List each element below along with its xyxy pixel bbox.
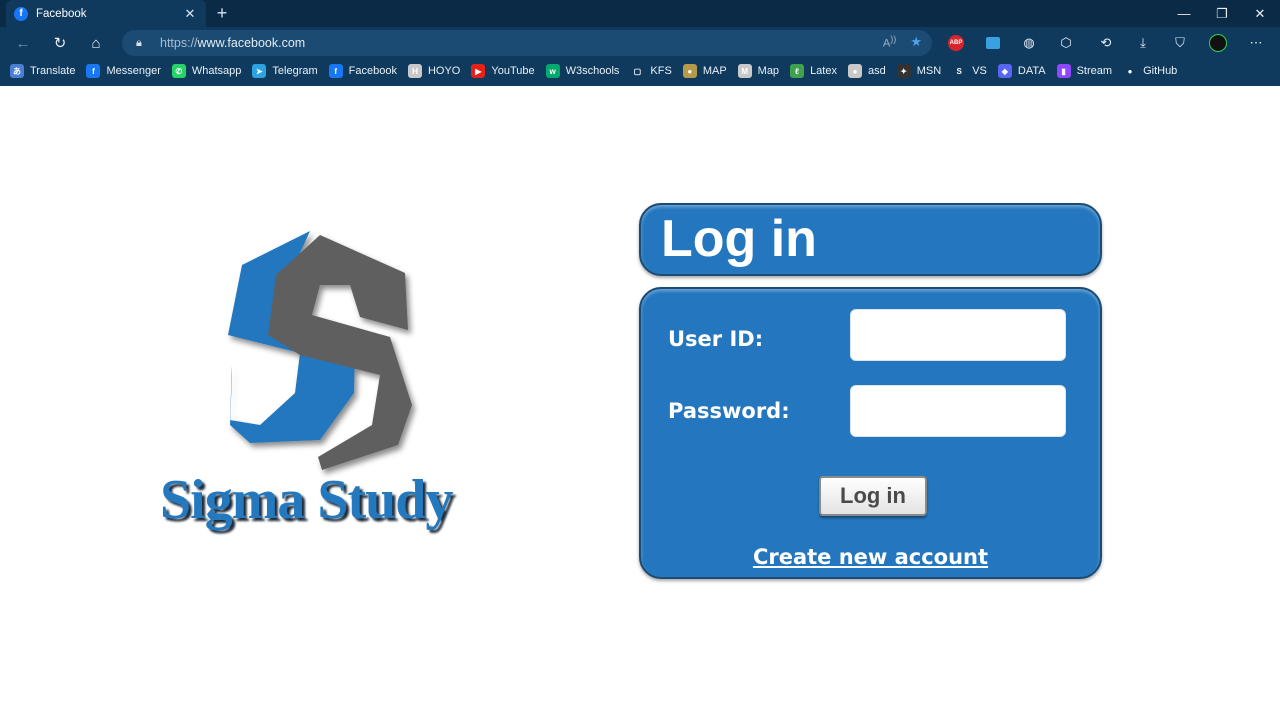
bookmark-label: Translate bbox=[30, 65, 76, 77]
more-menu-icon[interactable]: ⋯ bbox=[1245, 33, 1267, 53]
data-icon: ◈ bbox=[997, 64, 1012, 78]
login-button[interactable]: Log in bbox=[819, 476, 927, 516]
bookmark-hoyo[interactable]: H HOYO bbox=[407, 64, 461, 78]
bookmark-label: KFS bbox=[650, 65, 672, 77]
youtube-icon: ▶ bbox=[471, 64, 486, 78]
profile-avatar[interactable] bbox=[1207, 33, 1229, 53]
browser-essentials-icon[interactable]: ⛉ bbox=[1169, 33, 1191, 53]
hoyo-icon: H bbox=[407, 64, 422, 78]
bookmark-label: YouTube bbox=[491, 65, 535, 77]
bookmark-vs[interactable]: S VS bbox=[952, 64, 987, 78]
bookmark-msn[interactable]: ✦ MSN bbox=[896, 64, 942, 78]
telegram-icon: ➤ bbox=[252, 64, 267, 78]
whatsapp-icon: ✆ bbox=[171, 64, 186, 78]
vs-icon: S bbox=[952, 64, 967, 78]
home-button[interactable]: ⌂ bbox=[84, 32, 108, 54]
map-icon: M bbox=[737, 64, 752, 78]
bookmark-map[interactable]: ● MAP bbox=[682, 64, 727, 78]
brand-name: Sigma Study bbox=[160, 469, 453, 531]
github-icon: ● bbox=[1123, 64, 1138, 78]
bookmark-asd[interactable]: ● asd bbox=[847, 64, 886, 78]
tab-strip: f Facebook ✕ + — ❐ ✕ bbox=[0, 0, 1280, 27]
minimize-button[interactable]: — bbox=[1165, 0, 1203, 27]
bookmark-label: GitHub bbox=[1143, 65, 1178, 77]
bookmark-label: MAP bbox=[702, 65, 727, 77]
file-icon: ▢ bbox=[630, 64, 645, 78]
login-form: User ID: Password: Log in Create new acc… bbox=[639, 287, 1102, 579]
bookmark-label: Telegram bbox=[272, 65, 318, 77]
login-header: Log in bbox=[639, 203, 1102, 276]
bookmark-translate[interactable]: あ Translate bbox=[10, 64, 75, 78]
restore-button[interactable]: ❐ bbox=[1203, 0, 1241, 27]
bookmark-kfs[interactable]: ▢ KFS bbox=[630, 64, 672, 78]
bookmark-telegram[interactable]: ➤ Telegram bbox=[252, 64, 318, 78]
bookmark-latex[interactable]: ℓ Latex bbox=[790, 64, 837, 78]
globe-icon[interactable]: ◍ bbox=[1018, 33, 1040, 53]
tab-facebook[interactable]: f Facebook ✕ bbox=[6, 0, 206, 27]
bookmark-map[interactable]: M Map bbox=[737, 64, 780, 78]
user-id-input[interactable] bbox=[850, 309, 1066, 361]
bookmark-label: Whatsapp bbox=[191, 65, 242, 77]
password-label: Password: bbox=[668, 399, 790, 423]
address-bar[interactable]: 🔒︎ https://www.facebook.com A)) ★ bbox=[122, 30, 932, 56]
history-icon[interactable]: ⟲ bbox=[1095, 33, 1117, 53]
facebook-icon: f bbox=[86, 64, 101, 78]
bookmark-label: VS bbox=[972, 65, 987, 77]
user-id-label: User ID: bbox=[668, 327, 764, 351]
bookmark-label: Latex bbox=[810, 65, 837, 77]
extension-icon[interactable] bbox=[982, 33, 1004, 53]
bookmark-messenger[interactable]: f Messenger bbox=[86, 64, 161, 78]
extensions-puzzle-icon[interactable]: ⬡ bbox=[1055, 33, 1077, 53]
read-aloud-icon[interactable]: A)) bbox=[883, 34, 896, 50]
url-host: www.facebook.com bbox=[197, 36, 306, 50]
bookmark-label: Messenger bbox=[106, 65, 161, 77]
download-icon[interactable]: ⤓ bbox=[1132, 33, 1154, 53]
favorite-star-icon[interactable]: ★ bbox=[910, 34, 922, 50]
bookmark-label: Map bbox=[757, 65, 780, 77]
translate-icon: あ bbox=[10, 64, 24, 78]
bookmark-label: W3schools bbox=[565, 65, 620, 77]
facebook-icon: f bbox=[328, 64, 343, 78]
close-tab-icon[interactable]: ✕ bbox=[182, 6, 198, 22]
bookmark-github[interactable]: ● GitHub bbox=[1123, 64, 1177, 78]
bookmark-facebook[interactable]: f Facebook bbox=[328, 64, 397, 78]
url-protocol: https:// bbox=[160, 36, 198, 50]
login-title: Log in bbox=[661, 210, 817, 268]
bookmark-label: Facebook bbox=[348, 65, 397, 77]
navigation-bar: ← ↻ ⌂ 🔒︎ https://www.facebook.com A)) ★ … bbox=[0, 27, 1280, 58]
bookmark-label: asd bbox=[867, 65, 886, 77]
browser-chrome: f Facebook ✕ + — ❐ ✕ ← ↻ ⌂ 🔒︎ https://ww… bbox=[0, 0, 1280, 86]
new-tab-button[interactable]: + bbox=[212, 3, 232, 23]
twitch-icon: ▮ bbox=[1056, 64, 1071, 78]
bookmark-label: HOYO bbox=[427, 65, 461, 77]
bookmark-data[interactable]: ◈ DATA bbox=[997, 64, 1046, 78]
bookmark-label: DATA bbox=[1017, 65, 1046, 77]
refresh-button[interactable]: ↻ bbox=[48, 32, 72, 54]
bookmark-stream[interactable]: ▮ Stream bbox=[1056, 64, 1113, 78]
create-account-link[interactable]: Create new account bbox=[641, 545, 1100, 569]
close-window-button[interactable]: ✕ bbox=[1241, 0, 1279, 27]
bookmarks-bar: あ Translate f Messenger ✆ Whatsapp ➤ Telegram f F… bbox=[0, 59, 1280, 83]
asd-icon: ● bbox=[847, 64, 862, 78]
bookmark-youtube[interactable]: ▶ YouTube bbox=[471, 64, 535, 78]
bookmark-label: Stream bbox=[1076, 65, 1113, 77]
bookmark-whatsapp[interactable]: ✆ Whatsapp bbox=[171, 64, 242, 78]
bookmark-label: MSN bbox=[916, 65, 942, 77]
facebook-icon: f bbox=[14, 6, 28, 21]
adblock-plus-icon[interactable]: ABP bbox=[945, 33, 967, 53]
lock-icon[interactable]: 🔒︎ bbox=[136, 37, 148, 50]
globe-icon: ● bbox=[682, 64, 697, 78]
tab-title: Facebook bbox=[36, 7, 87, 20]
msn-icon: ✦ bbox=[896, 64, 911, 78]
back-button[interactable]: ← bbox=[11, 32, 35, 54]
bookmark-w3schools[interactable]: w W3schools bbox=[545, 64, 620, 78]
latex-icon: ℓ bbox=[790, 64, 805, 78]
w3schools-icon: w bbox=[545, 64, 560, 78]
password-input[interactable] bbox=[850, 385, 1066, 437]
